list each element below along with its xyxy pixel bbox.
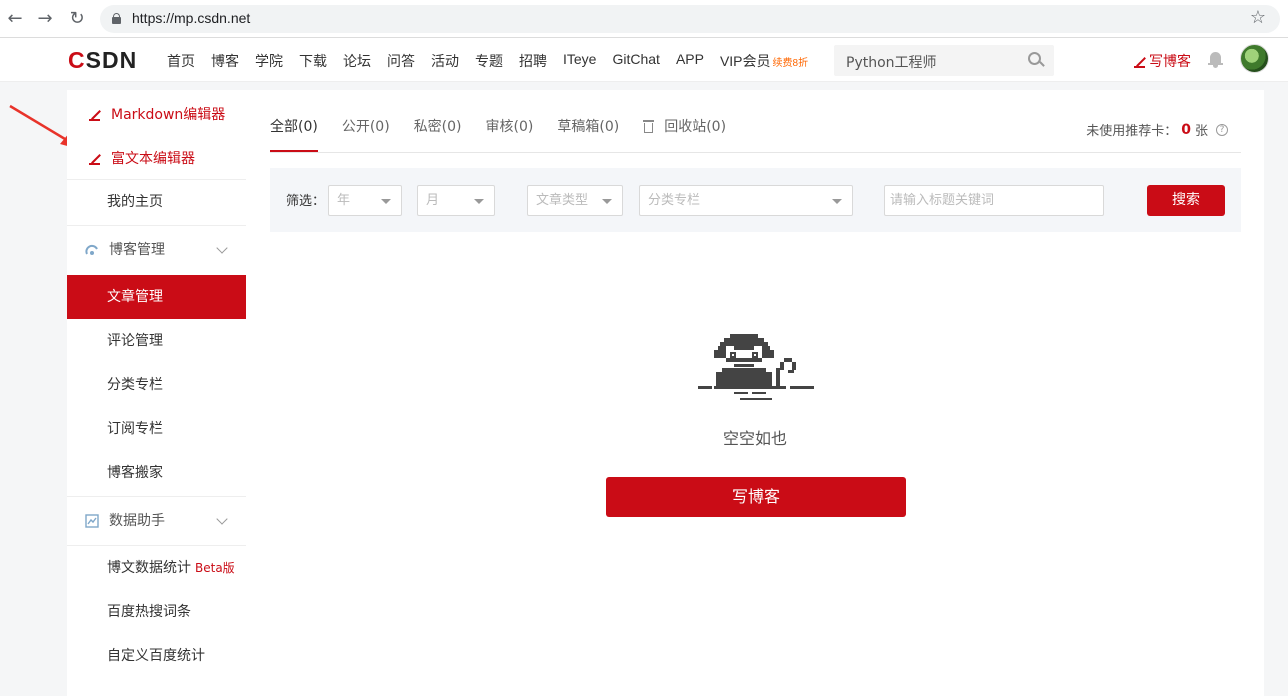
caret-down-icon (474, 199, 484, 204)
tabs-divider (270, 152, 1241, 153)
year-select-value: 年 (337, 193, 351, 208)
card-count-value: 0 (1181, 121, 1191, 138)
category-select[interactable]: 分类专栏 (639, 185, 853, 216)
main-nav: 首页 博客 学院 下载 论坛 问答 活动 专题 招聘 ITeye GitChat… (167, 51, 824, 71)
nav-download[interactable]: 下载 (299, 51, 327, 71)
nav-gitchat[interactable]: GitChat (612, 51, 659, 71)
year-select[interactable]: 年 (328, 185, 402, 216)
sidebar: Markdown编辑器 富文本编辑器 我的主页 博客管理 文章管理 评论管理 分… (67, 90, 246, 696)
nav-iteye[interactable]: ITeye (563, 51, 596, 71)
nav-home[interactable]: 首页 (167, 51, 195, 71)
tab-recycle-bin[interactable]: 回收站(0) (643, 116, 726, 152)
pen-icon (1134, 55, 1146, 68)
lock-icon (112, 13, 121, 24)
sidebar-item-article-stats[interactable]: 博文数据统计 Beta版 (67, 546, 246, 590)
nav-events[interactable]: 活动 (431, 51, 459, 71)
caret-down-icon (602, 199, 612, 204)
month-select-value: 月 (426, 193, 440, 208)
nav-topics[interactable]: 专题 (475, 51, 503, 71)
bell-icon[interactable] (1208, 52, 1223, 68)
sidebar-richtext-editor[interactable]: 富文本编辑器 (89, 148, 195, 168)
card-count-unit: 张 (1194, 124, 1208, 139)
vip-badge: 续费8折 (772, 58, 809, 69)
filter-bar: 筛选： 年 月 文章类型 分类专栏 搜索 (270, 168, 1241, 232)
star-icon[interactable]: ☆ (1250, 7, 1266, 28)
search-icon[interactable] (1028, 52, 1045, 68)
keyword-input[interactable] (884, 185, 1104, 216)
empty-monkey-icon (698, 334, 814, 400)
caret-down-icon (832, 199, 842, 204)
tab-all[interactable]: 全部(0) (270, 116, 318, 152)
back-icon[interactable]: ← (4, 8, 26, 30)
nav-qa[interactable]: 问答 (387, 51, 415, 71)
recommend-card-count: 未使用推荐卡： 0 张 ? (1086, 120, 1228, 139)
tab-review[interactable]: 审核(0) (486, 116, 534, 152)
markdown-editor-label: Markdown编辑器 (111, 107, 226, 123)
sidebar-item-category-columns[interactable]: 分类专栏 (67, 363, 246, 407)
blog-management-label: 博客管理 (109, 242, 165, 258)
search-button[interactable]: 搜索 (1147, 185, 1225, 216)
main-content: 全部(0) 公开(0) 私密(0) 审核(0) 草稿箱(0) 回收站(0) 未使… (246, 90, 1264, 696)
nav-vip[interactable]: VIP会员 续费8折 (720, 51, 808, 71)
sidebar-item-my-home[interactable]: 我的主页 (67, 180, 246, 224)
tab-private[interactable]: 私密(0) (414, 116, 462, 152)
category-value: 分类专栏 (648, 193, 701, 208)
empty-state-text: 空空如也 (722, 429, 787, 448)
address-bar[interactable]: https://mp.csdn.net ☆ (100, 5, 1280, 33)
chevron-down-icon (216, 242, 228, 254)
article-tabs: 全部(0) 公开(0) 私密(0) 审核(0) 草稿箱(0) 回收站(0) (270, 116, 750, 152)
article-stats-label: 博文数据统计 (107, 560, 191, 576)
sidebar-item-blog-migration[interactable]: 博客搬家 (67, 451, 246, 495)
nav-academy[interactable]: 学院 (255, 51, 283, 71)
sidebar-group-data-assistant[interactable]: 数据助手 (67, 497, 246, 545)
site-search-placeholder: Python工程师 (846, 55, 937, 71)
sidebar-item-comment-management[interactable]: 评论管理 (67, 319, 246, 363)
card-count-label: 未使用推荐卡： (1086, 124, 1178, 139)
sidebar-item-article-management[interactable]: 文章管理 (67, 275, 246, 319)
nav-jobs[interactable]: 招聘 (519, 51, 547, 71)
sidebar-markdown-editor[interactable]: Markdown编辑器 (89, 104, 225, 124)
data-assistant-label: 数据助手 (109, 513, 165, 529)
trash-icon (643, 119, 655, 133)
reload-icon[interactable]: ↻ (66, 8, 88, 30)
url-text: https://mp.csdn.net (132, 10, 251, 26)
forward-icon[interactable]: → (34, 8, 56, 30)
logo-rest: SDN (85, 47, 138, 73)
recycle-bin-label: 回收站(0) (664, 119, 727, 135)
chevron-down-icon (216, 513, 228, 525)
nav-vip-label: VIP会员 (719, 53, 771, 69)
filter-label: 筛选： (286, 194, 326, 209)
article-type-value: 文章类型 (536, 193, 589, 208)
chart-icon (85, 514, 99, 528)
write-blog-label: 写博客 (1149, 54, 1191, 70)
sidebar-item-subscribed-columns[interactable]: 订阅专栏 (67, 407, 246, 451)
site-header: CSDN 首页 博客 学院 下载 论坛 问答 活动 专题 招聘 ITeye Gi… (0, 38, 1288, 82)
sidebar-group-blog-management[interactable]: 博客管理 (67, 226, 246, 274)
write-blog-link[interactable]: 写博客 (1134, 51, 1191, 71)
nav-blog[interactable]: 博客 (211, 51, 239, 71)
sidebar-item-custom-baidu-stats[interactable]: 自定义百度统计 (67, 634, 246, 678)
richtext-editor-label: 富文本编辑器 (111, 151, 195, 167)
pen-icon (89, 108, 101, 121)
month-select[interactable]: 月 (417, 185, 495, 216)
browser-toolbar: ← → ↻ https://mp.csdn.net ☆ (0, 0, 1288, 38)
write-blog-button[interactable]: 写博客 (606, 477, 906, 517)
tab-public[interactable]: 公开(0) (342, 116, 390, 152)
sidebar-item-baidu-hot-search[interactable]: 百度热搜词条 (67, 590, 246, 634)
blog-gauge-icon (85, 244, 98, 255)
nav-forum[interactable]: 论坛 (343, 51, 371, 71)
csdn-logo[interactable]: CSDN (68, 47, 137, 74)
help-icon[interactable]: ? (1216, 123, 1228, 136)
tab-drafts[interactable]: 草稿箱(0) (557, 116, 619, 152)
nav-app[interactable]: APP (676, 51, 704, 71)
avatar[interactable] (1240, 44, 1269, 73)
caret-down-icon (381, 199, 391, 204)
article-type-select[interactable]: 文章类型 (527, 185, 623, 216)
pen-icon (89, 152, 101, 165)
site-search-input[interactable]: Python工程师 (834, 45, 1054, 76)
beta-badge: Beta版 (195, 561, 235, 575)
